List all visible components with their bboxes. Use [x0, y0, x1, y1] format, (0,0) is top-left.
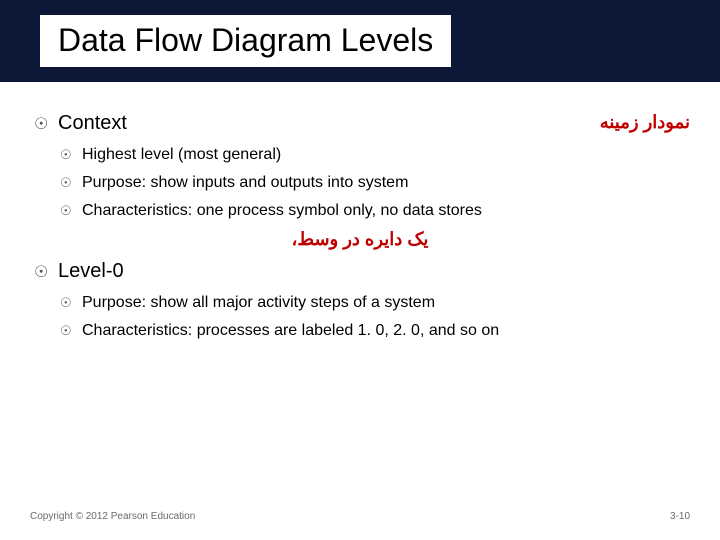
- list-item: Highest level (most general): [58, 143, 690, 167]
- annotation-below-context: یک دایره در وسط،: [30, 229, 690, 250]
- section-heading-context: Context: [30, 112, 690, 135]
- copyright-text: Copyright © 2012 Pearson Education: [30, 511, 195, 522]
- footer: Copyright © 2012 Pearson Education 3-10: [0, 511, 720, 522]
- section-heading-level0: Level-0: [30, 260, 690, 283]
- list-item: Characteristics: processes are labeled 1…: [58, 319, 690, 343]
- page-number: 3-10: [670, 511, 690, 522]
- title-bar: Data Flow Diagram Levels: [0, 0, 720, 82]
- list-item: Purpose: show all major activity steps o…: [58, 291, 690, 315]
- list-item: Characteristics: one process symbol only…: [58, 199, 690, 223]
- slide-title: Data Flow Diagram Levels: [40, 15, 451, 66]
- list-item: Purpose: show inputs and outputs into sy…: [58, 171, 690, 195]
- slide-content: Context Highest level (most general) Pur…: [0, 82, 720, 343]
